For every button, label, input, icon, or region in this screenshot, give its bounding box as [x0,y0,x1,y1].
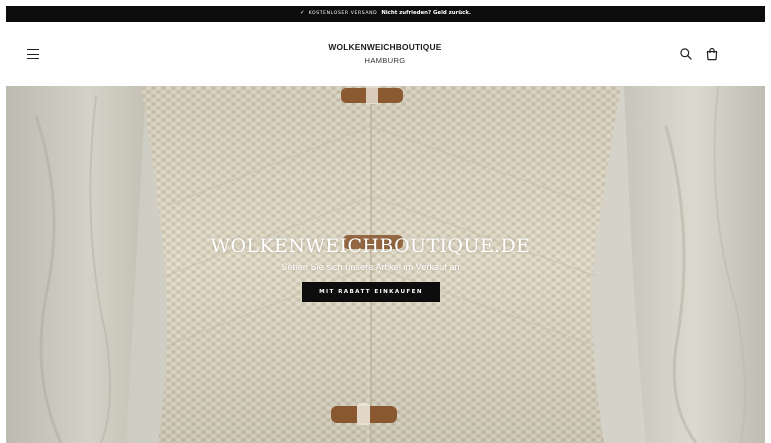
announcement-shipping-text: Kostenloser Versand [308,10,378,16]
store-logo[interactable]: WOLKENWEICHBOUTIQUE HAMBURG [285,42,485,65]
hero-banner: WOLKENWEICHBOUTIQUE.DE Sehen Sie sich un… [6,86,765,443]
store-name: WOLKENWEICHBOUTIQUE [328,42,442,52]
search-button[interactable] [679,47,693,61]
site-header: WOLKENWEICHBOUTIQUE HAMBURG [6,22,765,86]
page: ✓ Kostenloser Versand Nicht zufrieden? G… [6,6,765,443]
menu-button[interactable] [27,49,39,60]
check-icon: ✓ [300,10,305,17]
search-icon [680,48,692,60]
cart-icon [706,47,718,61]
cart-button[interactable] [705,47,719,61]
announcement-guarantee-text: Nicht zufrieden? Geld zurück. [381,10,471,17]
store-city: HAMBURG [364,56,406,65]
menu-icon-bar [27,58,39,60]
hero-title: WOLKENWEICHBOUTIQUE.DE [210,235,531,257]
menu-icon [27,49,39,51]
announcement-bar: ✓ Kostenloser Versand Nicht zufrieden? G… [6,6,765,22]
shop-discount-button[interactable]: MIT RABATT EINKAUFEN [302,282,440,302]
hero-subtitle: Sehen Sie sich unsere Artikel im Verkauf… [281,262,460,272]
menu-icon-bar [27,53,39,55]
